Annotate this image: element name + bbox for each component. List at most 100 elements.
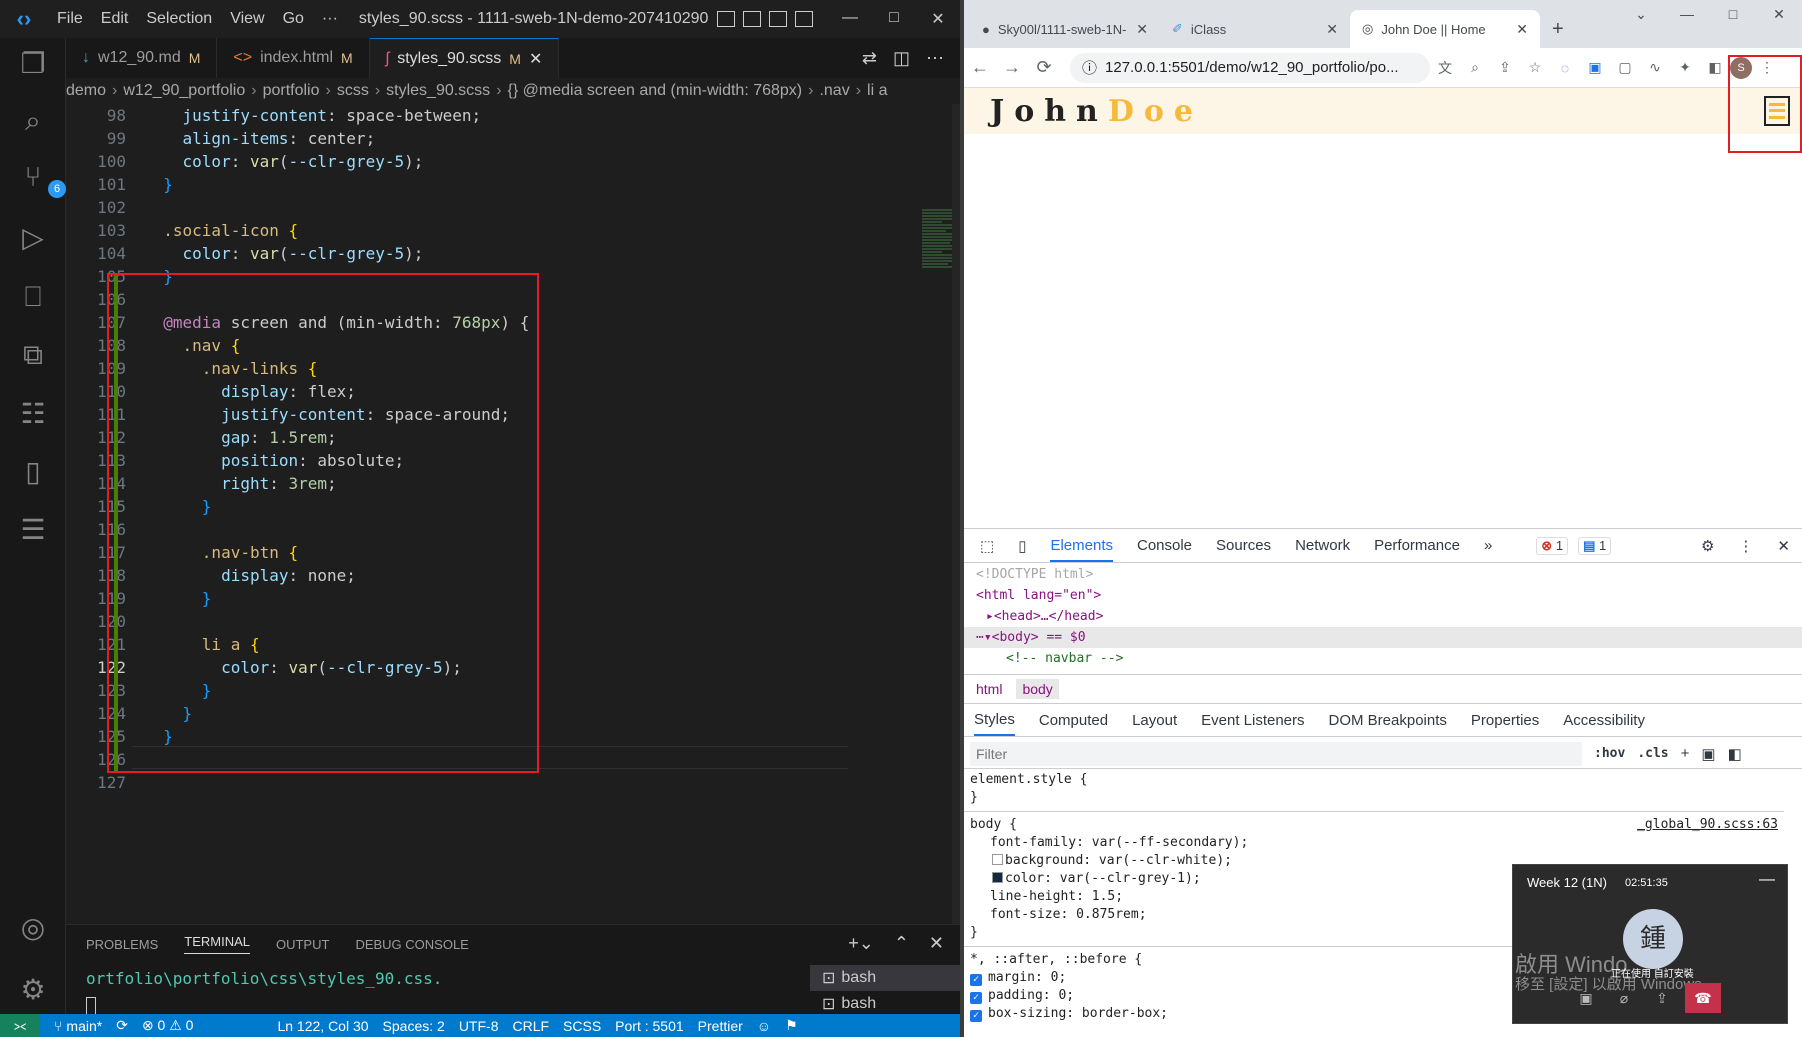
subtab-styles[interactable]: Styles (974, 705, 1015, 736)
puzzle-extensions-icon[interactable]: ✦ (1670, 59, 1700, 76)
docker-icon[interactable]: ☰ (14, 510, 52, 548)
zoom-icon[interactable]: ⌕ (1460, 59, 1490, 76)
terminal-item[interactable]: ⊡ bash (810, 965, 960, 991)
toggle-sidebar-icon[interactable]: ◧ (1728, 745, 1742, 763)
close-icon[interactable]: ✕ (1756, 6, 1802, 23)
error-count[interactable]: ⊗ 1 (1536, 536, 1569, 555)
color-swatch[interactable] (992, 872, 1003, 883)
back-icon[interactable]: ← (964, 57, 996, 78)
sync-icon[interactable]: ⟳ (116, 1017, 128, 1034)
menu-more[interactable]: ··· (313, 10, 347, 28)
code-line[interactable] (144, 196, 864, 219)
declaration-checkbox[interactable]: ✓ (970, 974, 982, 986)
minimize-icon[interactable]: — (1664, 6, 1710, 23)
breadcrumb-item[interactable]: portfolio (263, 82, 320, 100)
message-count[interactable]: ▤ 1 (1578, 536, 1612, 555)
status-prettier[interactable]: Prettier (698, 1018, 743, 1034)
status-port[interactable]: Port : 5501 (615, 1018, 684, 1034)
devtools-tab-network[interactable]: Network (1295, 537, 1350, 554)
hang-up-icon[interactable]: ☎ (1685, 983, 1721, 1013)
devtools-settings-gear-icon[interactable]: ⚙ (1701, 537, 1714, 555)
split-editor-icon[interactable]: ◫ (893, 48, 910, 69)
devtools-close-icon[interactable]: ✕ (1777, 537, 1802, 555)
browser-tab-iclass[interactable]: ✐ iClass ✕ (1160, 10, 1350, 48)
tab-close-icon[interactable]: ✕ (1326, 21, 1338, 38)
search-icon[interactable]: ⌕ (14, 102, 52, 140)
site-logo[interactable]: JohnDoe (990, 94, 1203, 129)
terminal-output[interactable]: ortfolio\portfolio\css\styles_90.css. (86, 969, 442, 988)
code-line[interactable] (144, 771, 864, 794)
subtab-properties[interactable]: Properties (1471, 712, 1539, 729)
collapse-triangle-icon[interactable]: ⋯▾ (976, 630, 992, 645)
extension-icon[interactable]: ◌ (1550, 60, 1580, 76)
maximize-panel-icon[interactable]: ⌃ (894, 933, 909, 954)
code-line[interactable]: align-items: center; (144, 127, 864, 150)
share-screen-icon[interactable]: ⇪ (1647, 983, 1677, 1013)
rule-selector[interactable]: element.style { (964, 771, 1784, 789)
breadcrumb-item[interactable]: styles_90.scss (386, 82, 490, 100)
inspect-element-icon[interactable]: ⬚ (980, 537, 994, 555)
devtools-tab-performance[interactable]: Performance (1374, 537, 1460, 554)
dom-crumb-body[interactable]: body (1016, 679, 1059, 699)
forward-icon[interactable]: → (996, 57, 1028, 78)
new-terminal-icon[interactable]: +⌄ (848, 933, 874, 954)
site-info-icon[interactable]: ⓘ (1082, 57, 1097, 78)
dom-node-selected[interactable]: ⋯▾<body> == $0 (964, 627, 1802, 648)
editor-scrollbar[interactable] (952, 104, 960, 924)
translate-icon[interactable]: 文 (1430, 58, 1460, 78)
tab-styles-scss[interactable]: ʃ styles_90.scss M ✕ (369, 38, 560, 78)
browser-tab-johndoe[interactable]: ◎ John Doe || Home ✕ (1350, 10, 1540, 48)
remote-explorer-icon[interactable]: ⎕ (14, 278, 52, 316)
more-tabs-icon[interactable]: » (1484, 537, 1492, 554)
bookmark-star-icon[interactable]: ☆ (1520, 59, 1550, 76)
styles-filter-input[interactable] (970, 741, 1582, 766)
open-changes-icon[interactable]: ⇄ (862, 48, 877, 69)
status-encoding[interactable]: UTF-8 (459, 1018, 499, 1034)
dom-crumb-html[interactable]: html (970, 679, 1008, 699)
tab-index-html[interactable]: <> index.html M (217, 38, 370, 78)
close-panel-icon[interactable]: ✕ (929, 933, 944, 954)
close-icon[interactable]: ✕ (916, 9, 960, 29)
rule-source-link[interactable]: _global_90.scss:63 (1637, 816, 1784, 834)
browser-tab-github[interactable]: ● Sky00l/1111-sweb-1N- ✕ (970, 10, 1160, 48)
extensions-icon[interactable]: ⧉ (14, 336, 52, 374)
extension-icon[interactable]: ∿ (1640, 59, 1670, 76)
declaration-checkbox[interactable]: ✓ (970, 992, 982, 1004)
toggle-secondary-sidebar-icon[interactable] (768, 11, 787, 27)
subtab-computed[interactable]: Computed (1039, 712, 1108, 729)
breadcrumb-item[interactable]: li a (867, 82, 887, 100)
breadcrumb-item[interactable]: .nav (819, 82, 849, 100)
breadcrumb-item[interactable]: {} @media screen and (min-width: 768px) (508, 82, 803, 100)
notifications-bell-icon[interactable]: ⚑ (785, 1017, 798, 1034)
new-rule-icon[interactable]: + (1681, 745, 1690, 762)
mic-muted-icon[interactable]: ⌀ (1609, 983, 1639, 1013)
css-declaration[interactable]: font-family: var(--ff-secondary); (964, 834, 1784, 852)
device-toolbar-icon[interactable]: ▯ (1018, 537, 1026, 555)
breadcrumb-item[interactable]: w12_90_portfolio (123, 82, 245, 100)
subtab-accessibility[interactable]: Accessibility (1563, 712, 1645, 729)
tab-search-icon[interactable]: ⌄ (1618, 6, 1664, 23)
menu-selection[interactable]: Selection (137, 10, 221, 28)
tab-w12-md[interactable]: ↓ w12_90.md M (66, 38, 218, 78)
tab-debug-console[interactable]: DEBUG CONSOLE (355, 937, 468, 952)
extension-icon[interactable]: ▢ (1610, 59, 1640, 76)
code-line[interactable]: } (144, 173, 864, 196)
subtab-dom-breakpoints[interactable]: DOM Breakpoints (1329, 712, 1447, 729)
remote-indicator-icon[interactable]: ⪥ (0, 1014, 40, 1037)
hov-toggle[interactable]: :hov (1594, 746, 1625, 761)
feedback-icon[interactable]: ☺ (757, 1018, 771, 1034)
maximize-icon[interactable]: □ (872, 9, 916, 29)
menu-edit[interactable]: Edit (92, 10, 138, 28)
code-line[interactable]: color: var(--clr-grey-5); (144, 242, 864, 265)
devtools-tab-console[interactable]: Console (1137, 537, 1192, 554)
expand-triangle-icon[interactable]: ▸ (986, 609, 994, 624)
tab-close-icon[interactable]: ✕ (1516, 21, 1528, 38)
camera-off-icon[interactable]: ▣ (1571, 983, 1601, 1013)
address-bar[interactable]: ⓘ 127.0.0.1:5501/demo/w12_90_portfolio/p… (1070, 52, 1430, 83)
bookmarks-icon[interactable]: ▯ (14, 452, 52, 490)
explorer-icon[interactable]: ❐ (14, 44, 52, 82)
status-spaces[interactable]: Spaces: 2 (383, 1018, 445, 1034)
tab-output[interactable]: OUTPUT (276, 937, 329, 952)
share-icon[interactable]: ⇪ (1490, 59, 1520, 76)
menu-view[interactable]: View (221, 10, 273, 28)
